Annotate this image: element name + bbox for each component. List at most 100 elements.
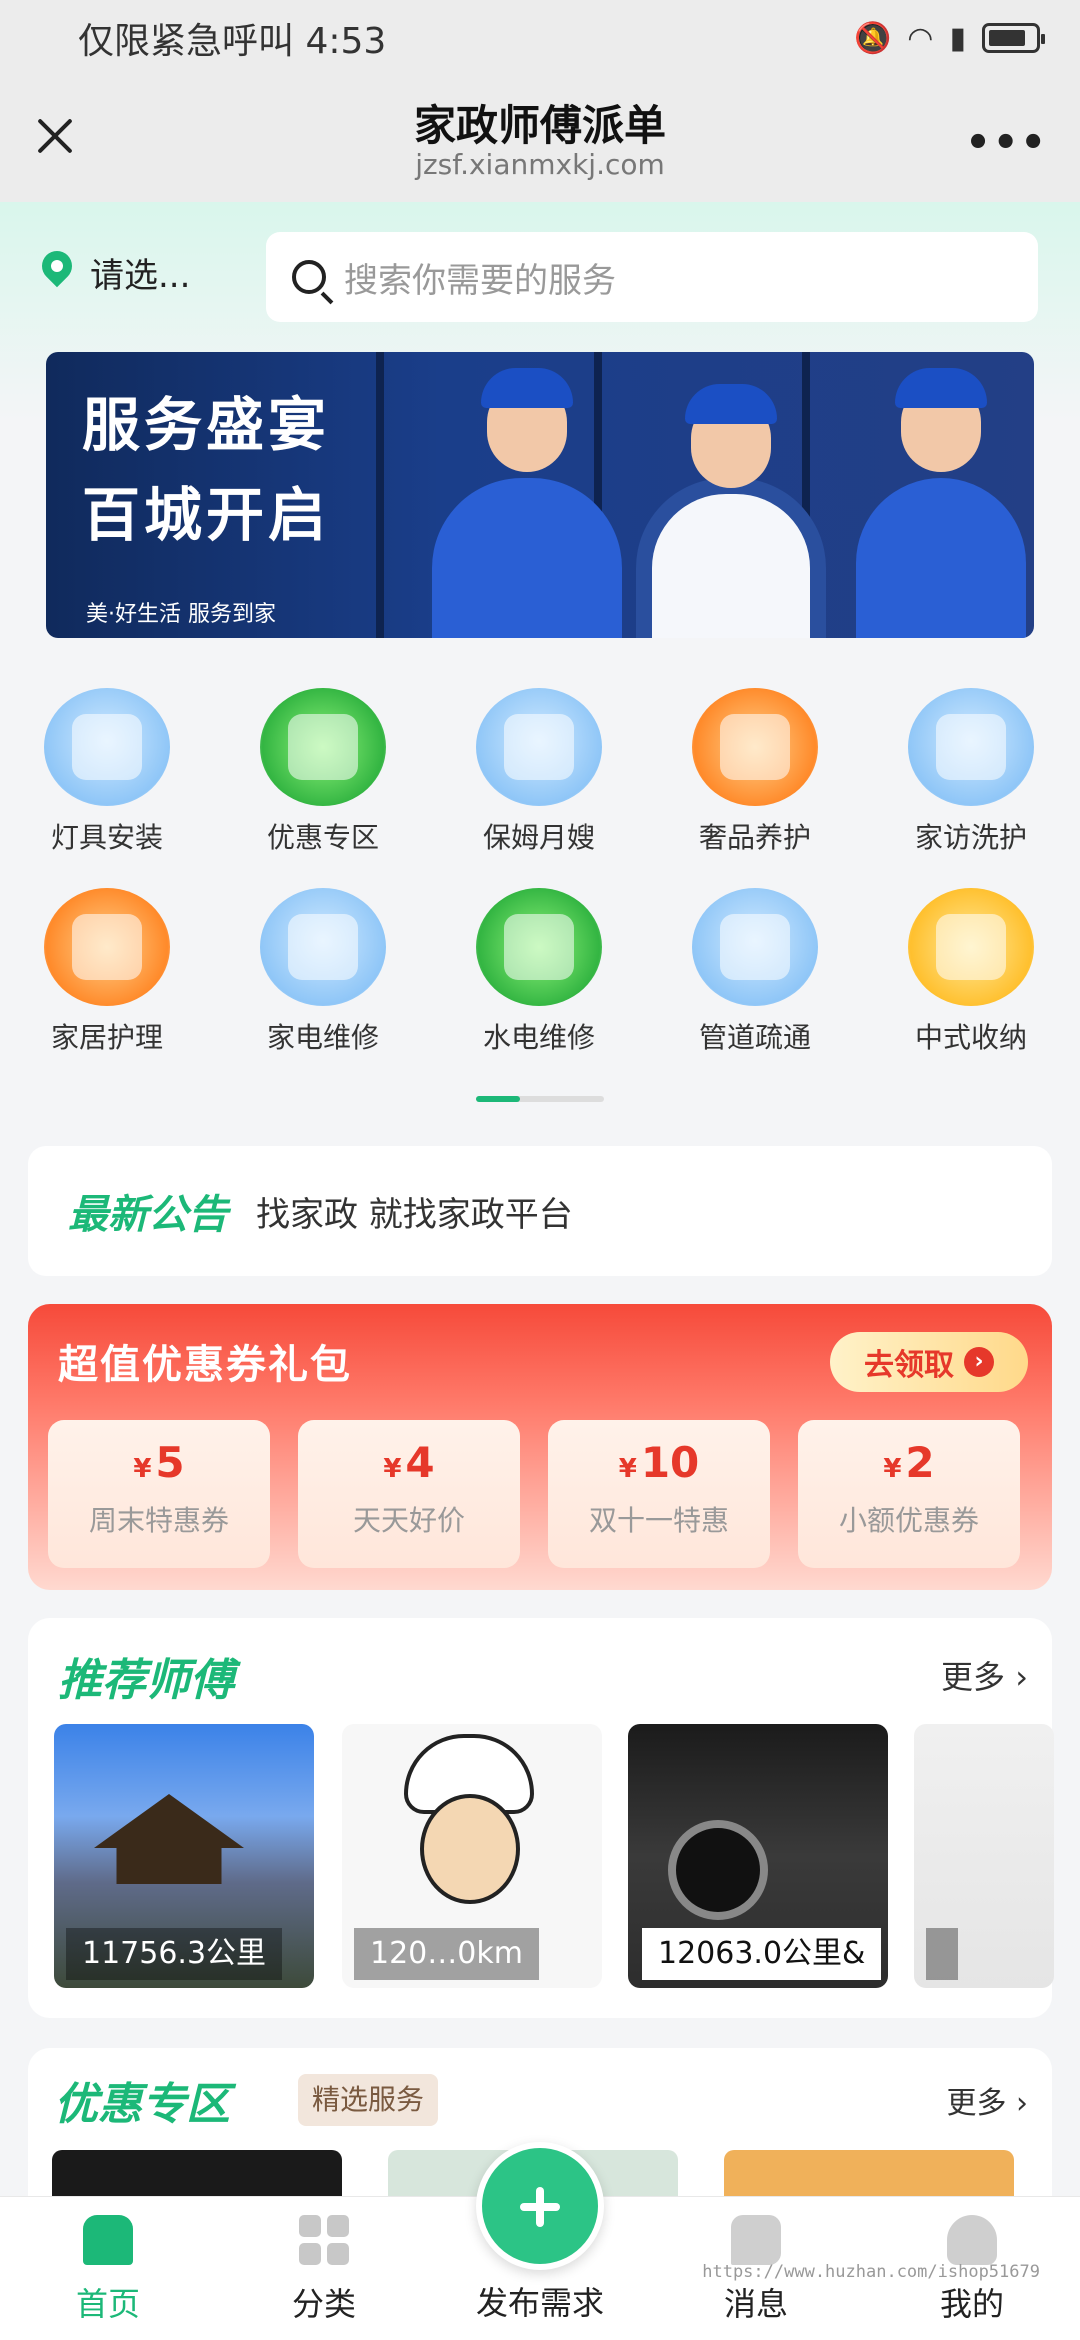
category-pipe-dredge[interactable]: 管道疏通: [670, 888, 840, 1056]
user-icon: [947, 2215, 997, 2265]
currency-symbol: ¥: [618, 1454, 637, 1484]
currency-symbol: ¥: [133, 1454, 152, 1484]
distance-label: 12063.0公里&: [642, 1928, 882, 1980]
recommended-masters: 推荐师傅 更多 › 11756.3公里 120…0km 12063.0公里&: [28, 1618, 1054, 2018]
distance-label: 120…0km: [354, 1928, 539, 1980]
location-pin-icon: [40, 251, 74, 295]
battery-icon: [982, 23, 1045, 53]
currency-symbol: ¥: [383, 1454, 402, 1484]
banner-headline: 服务盛宴: [82, 391, 331, 459]
coupon-amount: 2: [905, 1438, 935, 1487]
home-icon: [83, 2215, 133, 2265]
notice-text: 找家政 就找家政平台: [256, 1194, 573, 1235]
category-appliance-repair[interactable]: 家电维修: [238, 888, 408, 1056]
spray-bottle-icon: [908, 888, 1034, 1006]
coupon-card[interactable]: ¥5 周末特惠券: [48, 1420, 270, 1568]
category-pager: [476, 1096, 604, 1102]
notice-title: 最新公告: [68, 1192, 228, 1238]
nav-label: 首页: [75, 2285, 140, 2323]
notice-bar[interactable]: 最新公告 找家政 就找家政平台: [28, 1146, 1052, 1276]
message-icon: [731, 2215, 781, 2265]
category-label: 管道疏通: [698, 1021, 811, 1054]
master-card[interactable]: [914, 1724, 1054, 1988]
location-selector[interactable]: 请选...: [40, 248, 190, 297]
more-link[interactable]: 更多 ›: [946, 2078, 1028, 2122]
category-discount-zone[interactable]: 优惠专区: [238, 688, 408, 856]
nav-publish-label[interactable]: 发布需求: [440, 2278, 640, 2324]
category-label: 家居护理: [50, 1021, 163, 1054]
washing-machine-icon: [476, 688, 602, 806]
coupon-name: 周末特惠券: [88, 1504, 229, 1537]
get-coupon-button[interactable]: 去领取 ›: [830, 1332, 1028, 1392]
nav-category[interactable]: 分类: [224, 2215, 424, 2325]
bed-icon: [908, 688, 1034, 806]
category-storage[interactable]: 中式收纳: [886, 888, 1056, 1056]
more-menu-icon[interactable]: •••: [965, 120, 1048, 166]
coupon-card[interactable]: ¥10 双十一特惠: [548, 1420, 770, 1568]
nav-label: 我的: [939, 2285, 1004, 2323]
currency-symbol: ¥: [883, 1454, 902, 1484]
category-plumbing-electric[interactable]: 水电维修: [454, 888, 624, 1056]
master-card[interactable]: 12063.0公里&: [628, 1724, 888, 1988]
search-icon: [292, 260, 326, 294]
coupon-amount: 5: [155, 1438, 185, 1487]
grid-icon: [299, 2215, 349, 2265]
banner-slogan: 美·好生活 服务到家: [86, 602, 276, 627]
banner-subheadline: 百城开启: [82, 481, 331, 549]
status-icons: 🔕 ◠ ▮: [853, 20, 1045, 56]
arrow-right-icon: ›: [964, 1347, 994, 1377]
discount-zone-icon: [260, 688, 386, 806]
category-home-wash[interactable]: 家访洗护: [886, 688, 1056, 856]
signal-icon: ▮: [949, 20, 966, 56]
publish-plus-icon[interactable]: [476, 2142, 604, 2270]
handbag-icon: [692, 688, 818, 806]
section-title: 推荐师傅: [58, 1655, 234, 1706]
distance-label: 11756.3公里: [66, 1928, 283, 1980]
coupon-pack: 超值优惠券礼包 去领取 › ¥5 周末特惠券 ¥4 天天好价 ¥10 双十一特惠…: [28, 1304, 1052, 1590]
pipe-icon: [692, 888, 818, 1006]
master-card[interactable]: 11756.3公里: [54, 1724, 314, 1988]
section-tag: 精选服务: [298, 2074, 439, 2126]
coupon-card[interactable]: ¥4 天天好价: [298, 1420, 520, 1568]
coupon-amount: 10: [640, 1438, 700, 1487]
page-title: 家政师傅派单: [413, 101, 666, 150]
category-luxury-care[interactable]: 奢品养护: [670, 688, 840, 856]
more-link[interactable]: 更多 ›: [941, 1652, 1028, 1698]
pagoda-image: [94, 1794, 244, 1884]
watermark: https://www.huzhan.com/ishop51679: [702, 2262, 1040, 2282]
coupon-card[interactable]: ¥2 小额优惠券: [798, 1420, 1020, 1568]
status-text: 仅限紧急呼叫 4:53: [78, 21, 387, 62]
lamp-install-icon: [44, 688, 170, 806]
ceiling-lamp-icon: [476, 888, 602, 1006]
banner-worker-image: [636, 384, 826, 638]
coupon-name: 双十一特惠: [588, 1504, 729, 1537]
category-label: 中式收纳: [914, 1021, 1027, 1054]
banner-divider: [376, 352, 384, 638]
mute-icon: 🔕: [853, 20, 892, 56]
promo-banner[interactable]: 服务盛宴 百城开启 美·好生活 服务到家: [46, 352, 1034, 638]
category-label: 家访洗护: [914, 821, 1027, 854]
nav-label: 消息: [723, 2285, 788, 2323]
location-label: 请选...: [90, 256, 191, 296]
page-url: jzsf.xianmxkj.com: [415, 148, 665, 181]
coupon-name: 小额优惠券: [838, 1504, 979, 1537]
master-card[interactable]: 120…0km: [342, 1724, 602, 1988]
nav-home[interactable]: 首页: [8, 2215, 208, 2325]
banner-worker-image: [432, 368, 622, 638]
section-title: 优惠专区: [54, 2079, 230, 2130]
category-nanny[interactable]: 保姆月嫂: [454, 688, 624, 856]
category-home-care[interactable]: 家居护理: [22, 888, 192, 1056]
category-label: 家电维修: [266, 1021, 379, 1054]
status-bar: 仅限紧急呼叫 4:53 🔕 ◠ ▮: [0, 0, 1080, 76]
wifi-icon: ◠: [907, 20, 934, 56]
category-lamp-install[interactable]: 灯具安装: [22, 688, 192, 856]
category-label: 水电维修: [482, 1021, 595, 1054]
distance-label: [926, 1928, 958, 1980]
coupon-pack-title: 超值优惠券礼包: [58, 1342, 352, 1388]
category-label: 保姆月嫂: [482, 821, 595, 854]
title-bar: 家政师傅派单 jzsf.xianmxkj.com •••: [0, 76, 1080, 202]
category-label: 灯具安装: [50, 821, 163, 854]
search-input[interactable]: 搜索你需要的服务: [266, 232, 1038, 322]
banner-worker-image: [856, 368, 1026, 638]
category-label: 优惠专区: [266, 821, 379, 854]
